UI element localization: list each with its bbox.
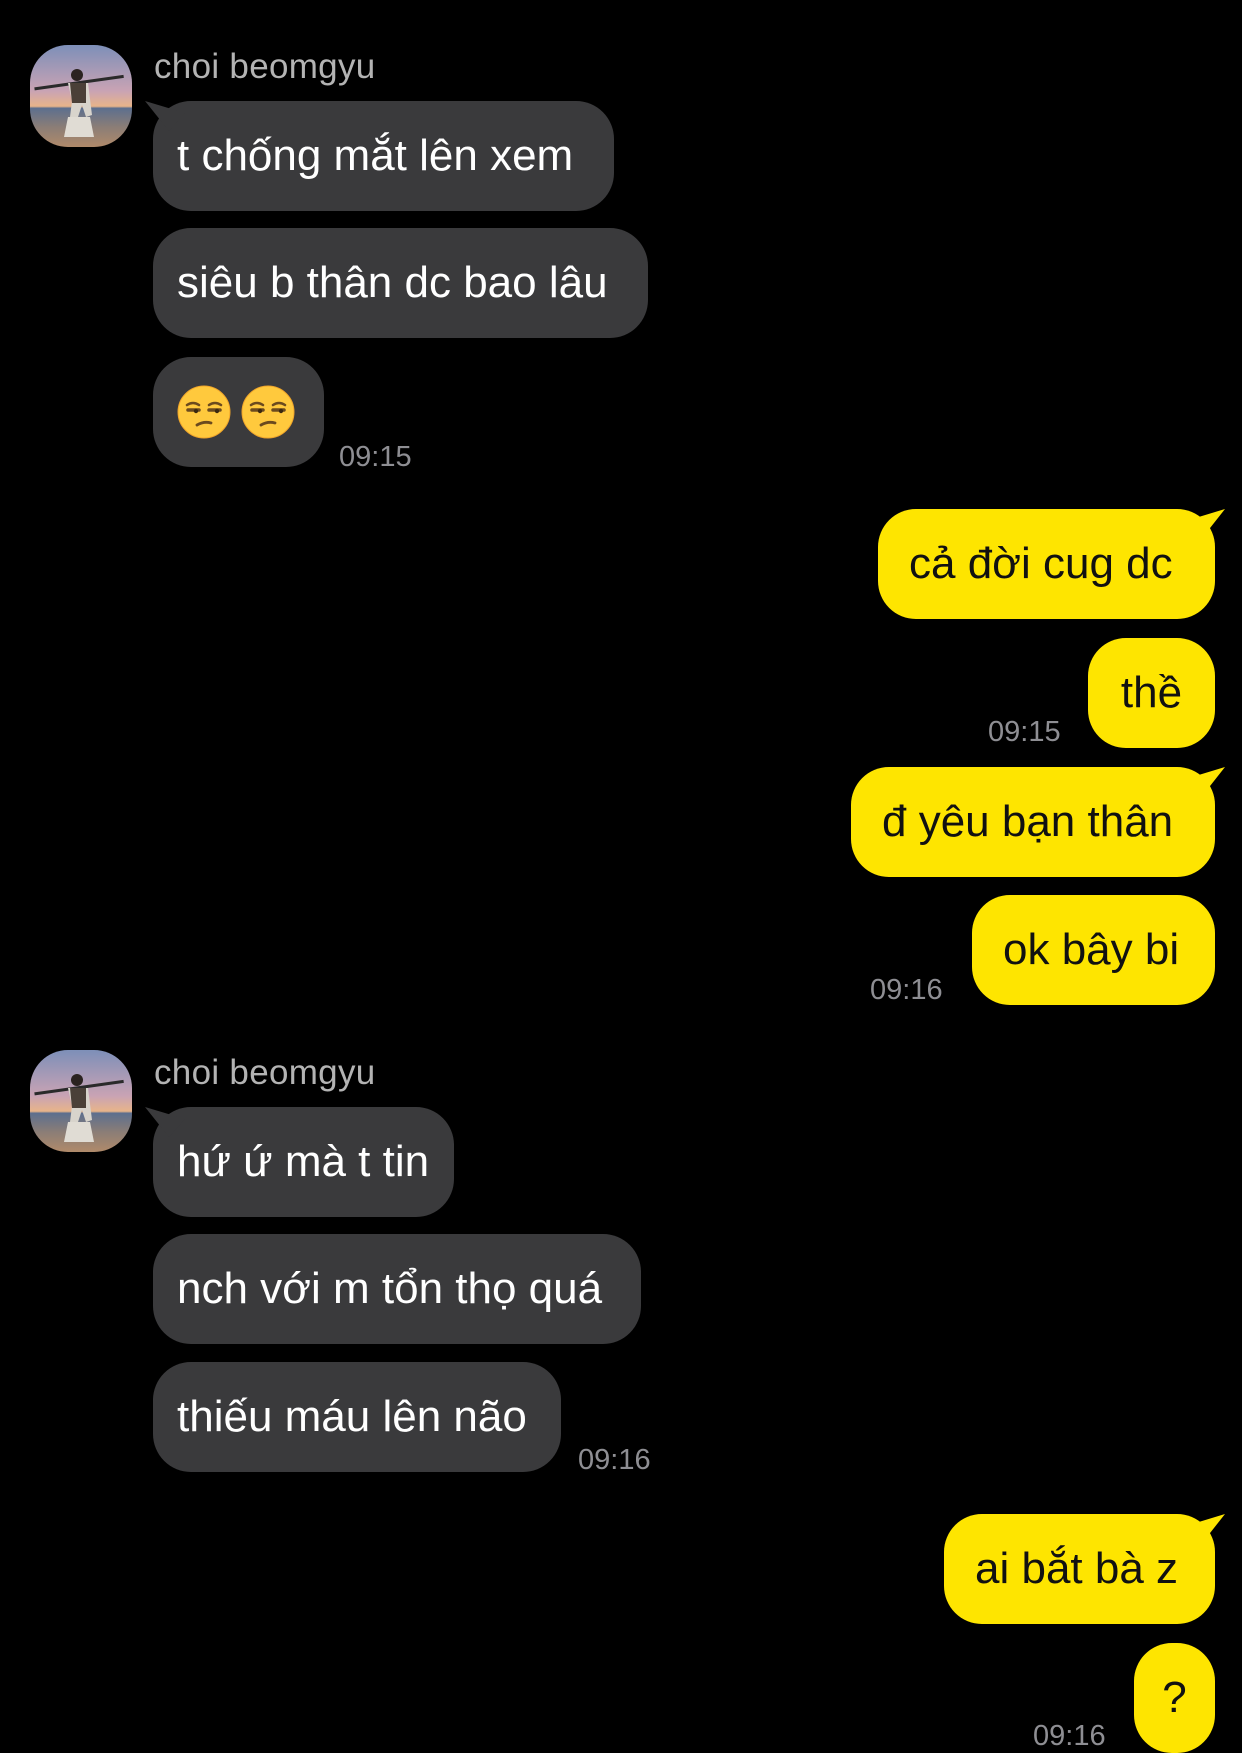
message-text: ? [1162, 1673, 1187, 1722]
message-text: cả đời cug dc [909, 539, 1173, 588]
message-bubble-outgoing[interactable]: ? [1134, 1643, 1215, 1753]
message-timestamp: 09:15 [988, 716, 1061, 748]
avatar-photo [30, 45, 132, 147]
message-text: thề [1120, 668, 1183, 717]
message-bubble-incoming[interactable]: thiếu máu lên não [153, 1362, 561, 1472]
message-text: hứ ứ mà t tin [177, 1137, 430, 1186]
message-text: đ yêu bạn thân [882, 797, 1174, 846]
unamused-face-icon [241, 385, 295, 439]
message-timestamp: 09:15 [339, 441, 412, 473]
avatar-photo [30, 1050, 132, 1152]
message-bubble-outgoing[interactable]: ai bắt bà z [944, 1514, 1215, 1624]
message-timestamp: 09:16 [578, 1444, 651, 1476]
avatar[interactable] [30, 45, 132, 147]
message-bubble-outgoing[interactable]: ok bây bi [972, 895, 1215, 1005]
message-timestamp: 09:16 [870, 974, 943, 1006]
message-bubble-incoming[interactable] [153, 357, 324, 467]
chat-thread: choi beomgyu t chống mắt lên xem siêu b … [0, 0, 1242, 1753]
message-bubble-outgoing[interactable]: đ yêu bạn thân [851, 767, 1215, 877]
message-text: ai bắt bà z [975, 1544, 1179, 1593]
message-bubble-incoming[interactable]: siêu b thân dc bao lâu [153, 228, 648, 338]
message-text: nch với m tổn thọ quá [177, 1264, 603, 1313]
message-timestamp: 09:16 [1033, 1720, 1106, 1752]
message-bubble-outgoing[interactable]: cả đời cug dc [878, 509, 1215, 619]
message-bubble-incoming[interactable]: hứ ứ mà t tin [153, 1107, 454, 1217]
message-text: siêu b thân dc bao lâu [177, 258, 608, 307]
avatar[interactable] [30, 1050, 132, 1152]
message-bubble-incoming[interactable]: nch với m tổn thọ quá [153, 1234, 641, 1344]
sender-name: choi beomgyu [154, 1053, 376, 1092]
sender-name: choi beomgyu [154, 47, 376, 86]
message-text: thiếu máu lên não [177, 1392, 527, 1441]
message-text: ok bây bi [1003, 925, 1180, 974]
message-bubble-outgoing[interactable]: thề [1088, 638, 1215, 748]
message-text: t chống mắt lên xem [177, 131, 574, 180]
message-bubble-incoming[interactable]: t chống mắt lên xem [153, 101, 614, 211]
unamused-face-icon [177, 385, 231, 439]
